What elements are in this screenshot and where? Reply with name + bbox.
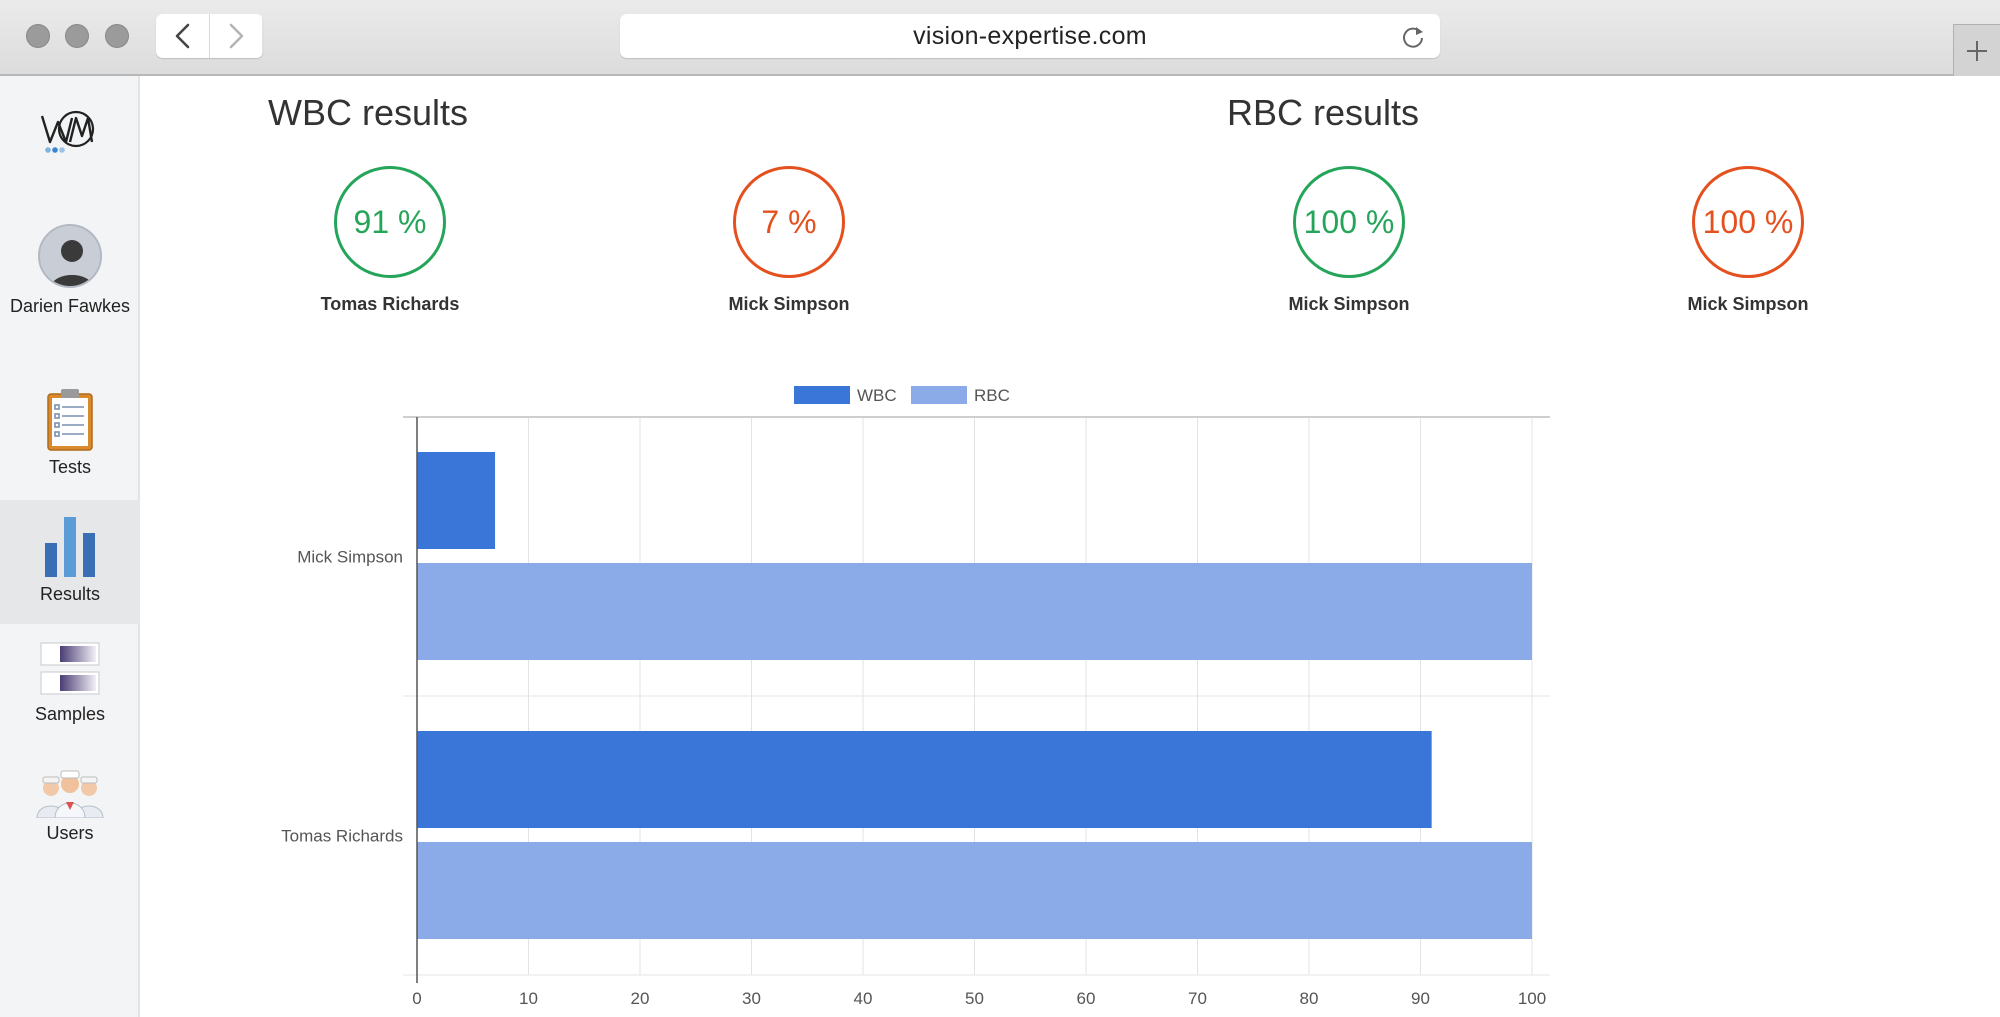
x-tick-label: 90	[1411, 989, 1430, 1008]
x-tick-label: 100	[1518, 989, 1546, 1008]
y-category-label: Mick Simpson	[297, 548, 403, 567]
x-tick-label: 70	[1188, 989, 1207, 1008]
bar-wbc	[417, 452, 496, 549]
x-tick-label: 80	[1300, 989, 1319, 1008]
x-tick-label: 20	[631, 989, 650, 1008]
legend-swatch-rbc	[911, 386, 967, 404]
x-tick-label: 0	[412, 989, 421, 1008]
legend-label: RBC	[974, 386, 1010, 405]
x-tick-label: 60	[1077, 989, 1096, 1008]
bar-rbc	[417, 563, 1532, 660]
y-category-label: Tomas Richards	[281, 827, 403, 846]
x-tick-label: 10	[519, 989, 538, 1008]
legend-label: WBC	[857, 386, 897, 405]
bar-wbc	[417, 731, 1432, 828]
x-tick-label: 50	[965, 989, 984, 1008]
legend-swatch-wbc	[794, 386, 850, 404]
x-tick-label: 30	[742, 989, 761, 1008]
x-tick-label: 40	[854, 989, 873, 1008]
results-bar-chart: 0 10 20 30 40 50 60 70 80 90 100 Mick Simpson Tomas …	[281, 386, 1550, 1008]
bar-rbc	[417, 842, 1532, 939]
